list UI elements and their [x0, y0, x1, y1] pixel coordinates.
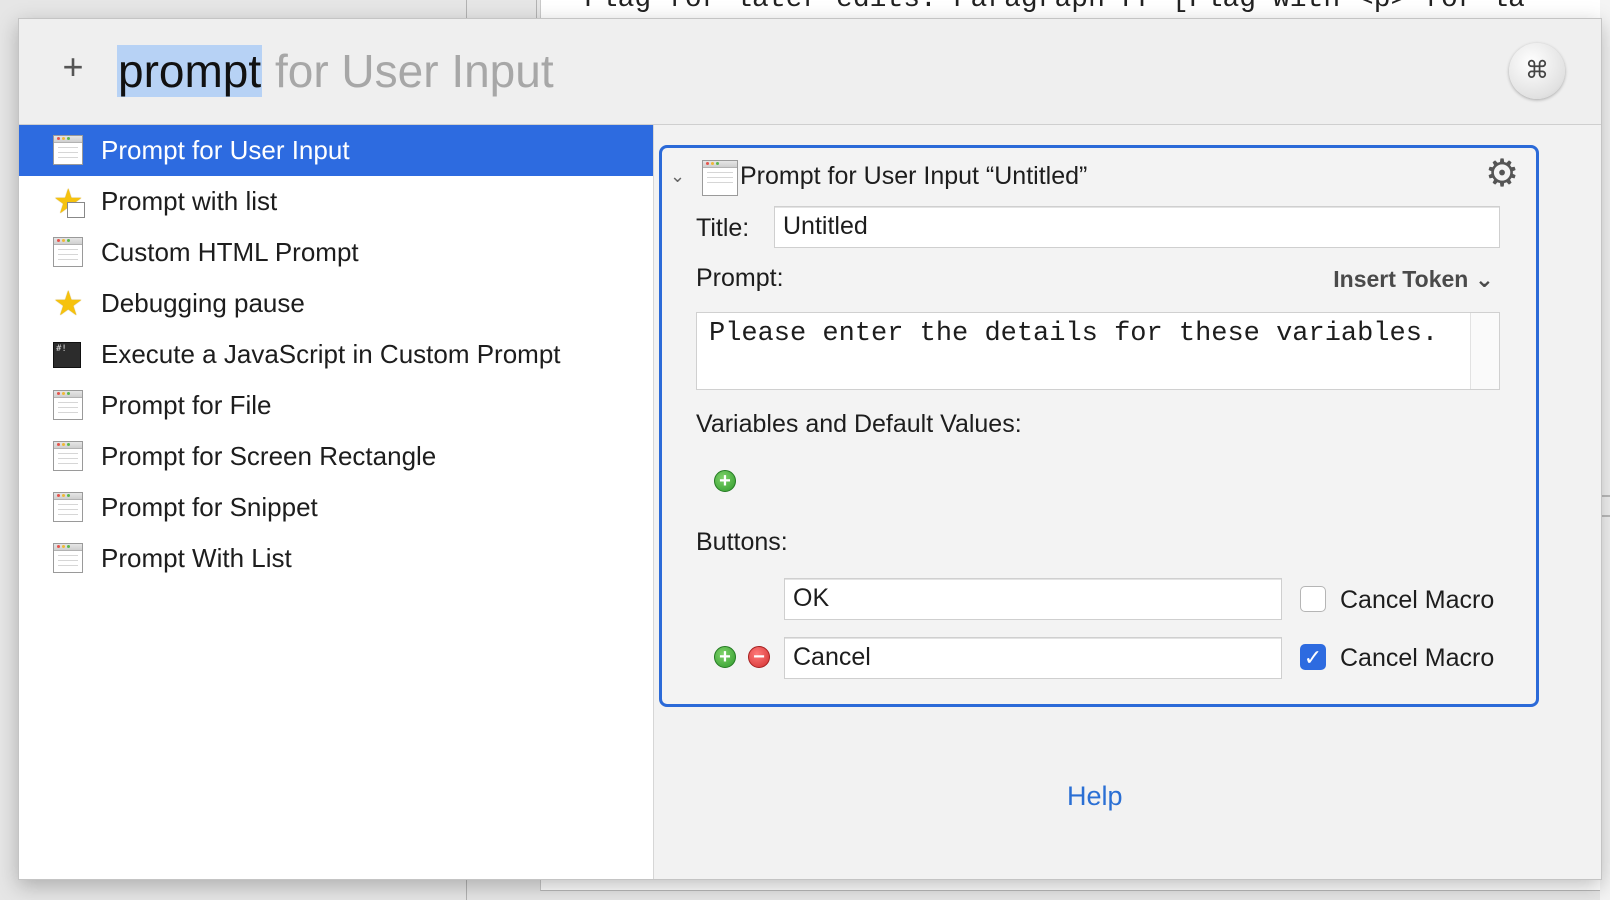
search-typed-text: prompt [117, 45, 263, 97]
terminal-icon: #! [53, 339, 85, 371]
background-divider [536, 0, 537, 20]
action-title: Prompt for User Input “Untitled” [740, 161, 1088, 190]
list-item-label: Execute a JavaScript in Custom Prompt [101, 339, 561, 369]
button-name-field[interactable]: OK [784, 578, 1282, 620]
action-header: ⌄ Prompt for User Input “Untitled” [670, 156, 1087, 196]
list-item[interactable]: Prompt for File [19, 380, 653, 431]
search-input[interactable]: prompt for User Input [117, 41, 554, 101]
cancel-macro-label: Cancel Macro [1340, 644, 1495, 672]
window-icon [53, 440, 85, 473]
buttons-label: Buttons: [696, 528, 788, 556]
prompt-scrollbar[interactable] [1470, 313, 1499, 389]
window-icon [53, 389, 85, 422]
list-item-label: Prompt with list [101, 186, 278, 216]
insert-action-panel: + prompt for User Input ⌘ Prompt for Use… [18, 18, 1602, 880]
cancel-macro-checkbox[interactable] [1300, 586, 1326, 612]
window-icon [53, 491, 85, 524]
star-icon: ★ [53, 185, 85, 219]
window-icon [53, 134, 85, 167]
list-item-label: Prompt for User Input [101, 135, 350, 165]
list-item-label: Custom HTML Prompt [101, 237, 359, 267]
window-icon [702, 160, 738, 196]
add-button-button[interactable]: + [714, 646, 736, 668]
cancel-macro-label: Cancel Macro [1340, 586, 1495, 614]
list-item[interactable]: Prompt for Screen Rectangle [19, 431, 653, 482]
title-field[interactable]: Untitled [774, 206, 1500, 248]
list-item-label: Prompt for Screen Rectangle [101, 441, 437, 471]
help-link[interactable]: Help [1067, 781, 1123, 812]
list-item-label: Prompt With List [101, 543, 292, 573]
add-variable-button[interactable]: + [714, 470, 736, 492]
list-item[interactable]: ★ Prompt with list [19, 176, 653, 227]
cancel-macro-checkbox[interactable]: ✓ [1300, 644, 1326, 670]
window-icon [53, 542, 85, 575]
prompt-text: Please enter the details for these varia… [709, 319, 1439, 349]
background-editor-text: Flag for later edits: Paragraph FP [Flag… [584, 0, 1610, 14]
search-completion-text: for User Input [262, 45, 554, 97]
list-item[interactable]: Prompt for User Input [19, 125, 653, 176]
button-name-field[interactable]: Cancel [784, 637, 1282, 679]
list-item-label: Prompt for File [101, 390, 272, 420]
action-list: Prompt for User Input ★ Prompt with list… [19, 125, 654, 879]
list-item-label: Debugging pause [101, 288, 305, 318]
list-item[interactable]: Prompt for Snippet [19, 482, 653, 533]
action-editor-card: ⌄ Prompt for User Input “Untitled” ⚙ Tit… [659, 145, 1539, 707]
add-action-button[interactable]: + [55, 49, 91, 85]
star-icon: ★ [53, 284, 84, 323]
background-divider [466, 878, 467, 900]
list-item[interactable]: ★ Debugging pause [19, 278, 653, 329]
prompt-textarea[interactable]: Please enter the details for these varia… [696, 312, 1500, 390]
variables-label: Variables and Default Values: [696, 410, 1022, 438]
remove-button-button[interactable]: − [748, 646, 770, 668]
gear-icon[interactable]: ⚙ [1482, 154, 1522, 194]
keyboard-maestro-icon: ⌘ [1509, 43, 1565, 99]
window-icon [53, 236, 85, 269]
title-label: Title: [696, 214, 750, 242]
list-item[interactable]: Prompt With List [19, 533, 653, 584]
insert-token-menu[interactable]: Insert Token ⌄ [1333, 266, 1494, 293]
list-item-label: Prompt for Snippet [101, 492, 318, 522]
list-item[interactable]: #! Execute a JavaScript in Custom Prompt [19, 329, 653, 380]
search-bar: + prompt for User Input ⌘ [19, 19, 1601, 125]
list-item[interactable]: Custom HTML Prompt [19, 227, 653, 278]
collapse-chevron-icon[interactable]: ⌄ [670, 166, 688, 187]
prompt-label: Prompt: [696, 264, 784, 292]
background-divider [466, 0, 467, 20]
